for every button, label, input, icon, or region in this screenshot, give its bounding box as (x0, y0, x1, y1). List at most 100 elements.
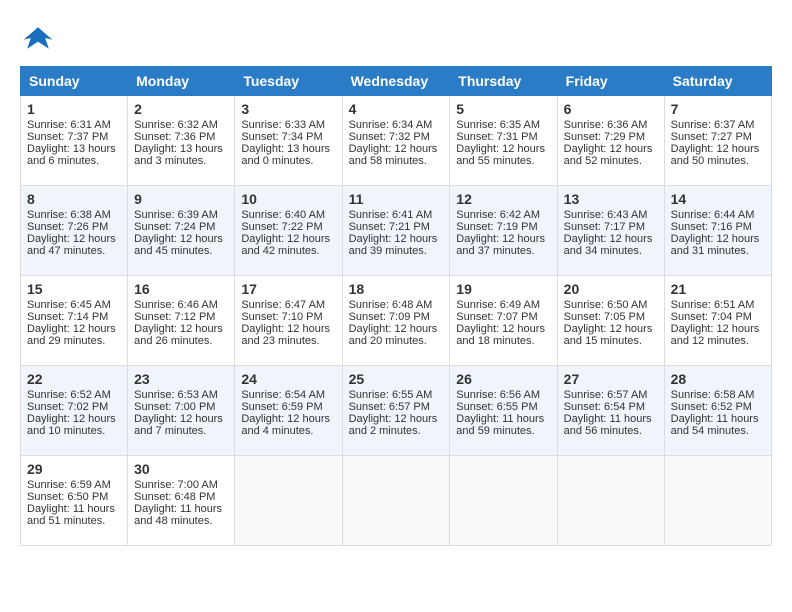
calendar-cell: 7Sunrise: 6:37 AMSunset: 7:27 PMDaylight… (664, 96, 771, 186)
calendar-cell: 25Sunrise: 6:55 AMSunset: 6:57 PMDayligh… (342, 366, 450, 456)
page-header (20, 20, 772, 56)
daylight-minutes: and 2 minutes. (349, 425, 444, 437)
calendar-cell: 11Sunrise: 6:41 AMSunset: 7:21 PMDayligh… (342, 186, 450, 276)
weekday-header-thursday: Thursday (450, 67, 557, 96)
daylight-label: Daylight: 12 hours (27, 233, 121, 245)
day-number: 7 (671, 101, 765, 117)
calendar-cell: 18Sunrise: 6:48 AMSunset: 7:09 PMDayligh… (342, 276, 450, 366)
day-number: 30 (134, 461, 228, 477)
calendar-cell: 23Sunrise: 6:53 AMSunset: 7:00 PMDayligh… (128, 366, 235, 456)
sunrise-text: Sunrise: 6:57 AM (564, 389, 658, 401)
daylight-label: Daylight: 11 hours (671, 413, 765, 425)
sunset-text: Sunset: 7:14 PM (27, 311, 121, 323)
sunrise-text: Sunrise: 6:42 AM (456, 209, 550, 221)
daylight-label: Daylight: 12 hours (349, 143, 444, 155)
daylight-label: Daylight: 12 hours (564, 233, 658, 245)
week-row-3: 15Sunrise: 6:45 AMSunset: 7:14 PMDayligh… (21, 276, 772, 366)
daylight-label: Daylight: 12 hours (134, 323, 228, 335)
sunrise-text: Sunrise: 6:47 AM (241, 299, 335, 311)
day-number: 21 (671, 281, 765, 297)
daylight-label: Daylight: 12 hours (456, 233, 550, 245)
day-number: 17 (241, 281, 335, 297)
sunrise-text: Sunrise: 6:40 AM (241, 209, 335, 221)
daylight-label: Daylight: 12 hours (671, 143, 765, 155)
calendar-cell: 10Sunrise: 6:40 AMSunset: 7:22 PMDayligh… (235, 186, 342, 276)
week-row-1: 1Sunrise: 6:31 AMSunset: 7:37 PMDaylight… (21, 96, 772, 186)
daylight-label: Daylight: 11 hours (27, 503, 121, 515)
daylight-minutes: and 56 minutes. (564, 425, 658, 437)
calendar-cell: 15Sunrise: 6:45 AMSunset: 7:14 PMDayligh… (21, 276, 128, 366)
daylight-label: Daylight: 12 hours (134, 233, 228, 245)
daylight-label: Daylight: 11 hours (134, 503, 228, 515)
calendar-cell: 14Sunrise: 6:44 AMSunset: 7:16 PMDayligh… (664, 186, 771, 276)
day-number: 1 (27, 101, 121, 117)
week-row-4: 22Sunrise: 6:52 AMSunset: 7:02 PMDayligh… (21, 366, 772, 456)
calendar-cell: 5Sunrise: 6:35 AMSunset: 7:31 PMDaylight… (450, 96, 557, 186)
calendar-cell: 16Sunrise: 6:46 AMSunset: 7:12 PMDayligh… (128, 276, 235, 366)
day-number: 20 (564, 281, 658, 297)
day-number: 14 (671, 191, 765, 207)
daylight-minutes: and 34 minutes. (564, 245, 658, 257)
sunset-text: Sunset: 6:48 PM (134, 491, 228, 503)
sunrise-text: Sunrise: 6:46 AM (134, 299, 228, 311)
daylight-minutes: and 3 minutes. (134, 155, 228, 167)
sunset-text: Sunset: 7:02 PM (27, 401, 121, 413)
sunset-text: Sunset: 7:17 PM (564, 221, 658, 233)
daylight-label: Daylight: 12 hours (349, 233, 444, 245)
weekday-header-monday: Monday (128, 67, 235, 96)
logo-icon (20, 20, 56, 56)
calendar-cell: 17Sunrise: 6:47 AMSunset: 7:10 PMDayligh… (235, 276, 342, 366)
sunrise-text: Sunrise: 6:44 AM (671, 209, 765, 221)
weekday-header-saturday: Saturday (664, 67, 771, 96)
calendar-cell (235, 456, 342, 546)
sunset-text: Sunset: 7:34 PM (241, 131, 335, 143)
daylight-minutes: and 4 minutes. (241, 425, 335, 437)
sunrise-text: Sunrise: 6:38 AM (27, 209, 121, 221)
daylight-minutes: and 12 minutes. (671, 335, 765, 347)
sunset-text: Sunset: 7:05 PM (564, 311, 658, 323)
sunset-text: Sunset: 7:32 PM (349, 131, 444, 143)
sunrise-text: Sunrise: 6:53 AM (134, 389, 228, 401)
calendar-cell: 2Sunrise: 6:32 AMSunset: 7:36 PMDaylight… (128, 96, 235, 186)
weekday-header-sunday: Sunday (21, 67, 128, 96)
sunset-text: Sunset: 7:37 PM (27, 131, 121, 143)
calendar-cell: 27Sunrise: 6:57 AMSunset: 6:54 PMDayligh… (557, 366, 664, 456)
day-number: 3 (241, 101, 335, 117)
sunset-text: Sunset: 7:31 PM (456, 131, 550, 143)
sunrise-text: Sunrise: 6:58 AM (671, 389, 765, 401)
calendar-cell: 3Sunrise: 6:33 AMSunset: 7:34 PMDaylight… (235, 96, 342, 186)
daylight-minutes: and 48 minutes. (134, 515, 228, 527)
sunrise-text: Sunrise: 6:54 AM (241, 389, 335, 401)
day-number: 26 (456, 371, 550, 387)
sunrise-text: Sunrise: 6:33 AM (241, 119, 335, 131)
daylight-minutes: and 59 minutes. (456, 425, 550, 437)
sunset-text: Sunset: 7:00 PM (134, 401, 228, 413)
calendar-cell: 1Sunrise: 6:31 AMSunset: 7:37 PMDaylight… (21, 96, 128, 186)
daylight-label: Daylight: 12 hours (349, 323, 444, 335)
daylight-minutes: and 58 minutes. (349, 155, 444, 167)
day-number: 11 (349, 191, 444, 207)
day-number: 28 (671, 371, 765, 387)
sunset-text: Sunset: 7:27 PM (671, 131, 765, 143)
daylight-minutes: and 39 minutes. (349, 245, 444, 257)
sunrise-text: Sunrise: 6:51 AM (671, 299, 765, 311)
calendar-cell (342, 456, 450, 546)
daylight-minutes: and 50 minutes. (671, 155, 765, 167)
daylight-minutes: and 15 minutes. (564, 335, 658, 347)
calendar-cell: 20Sunrise: 6:50 AMSunset: 7:05 PMDayligh… (557, 276, 664, 366)
sunrise-text: Sunrise: 6:39 AM (134, 209, 228, 221)
day-number: 13 (564, 191, 658, 207)
sunrise-text: Sunrise: 6:32 AM (134, 119, 228, 131)
daylight-minutes: and 29 minutes. (27, 335, 121, 347)
sunrise-text: Sunrise: 6:41 AM (349, 209, 444, 221)
daylight-label: Daylight: 11 hours (564, 413, 658, 425)
day-number: 8 (27, 191, 121, 207)
day-number: 27 (564, 371, 658, 387)
calendar-cell: 13Sunrise: 6:43 AMSunset: 7:17 PMDayligh… (557, 186, 664, 276)
daylight-label: Daylight: 12 hours (564, 323, 658, 335)
daylight-minutes: and 54 minutes. (671, 425, 765, 437)
calendar-cell: 4Sunrise: 6:34 AMSunset: 7:32 PMDaylight… (342, 96, 450, 186)
day-number: 18 (349, 281, 444, 297)
day-number: 22 (27, 371, 121, 387)
sunrise-text: Sunrise: 6:55 AM (349, 389, 444, 401)
